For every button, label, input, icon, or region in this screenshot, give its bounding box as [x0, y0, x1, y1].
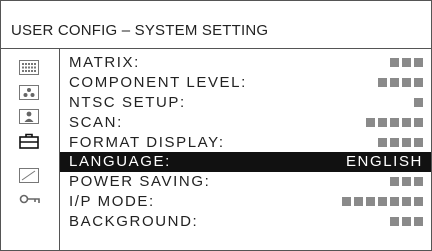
value-block — [414, 177, 423, 186]
value-block — [390, 138, 399, 147]
value-block — [414, 78, 423, 87]
value-block — [354, 197, 363, 206]
value-block — [414, 197, 423, 206]
menu-item-label: COMPONENT LEVEL: — [69, 74, 247, 91]
menu-item-label: SCAN: — [69, 114, 123, 131]
menu-item-scan[interactable]: SCAN: — [60, 113, 431, 133]
menu-item-label: FORMAT DISPLAY: — [69, 134, 225, 151]
menu-item-label: POWER SAVING: — [69, 173, 211, 190]
value-block — [402, 197, 411, 206]
masked-value — [390, 177, 423, 186]
key-icon[interactable] — [19, 193, 40, 208]
menu-item-language[interactable]: LANGUAGE: ENGLISH — [60, 152, 431, 172]
value-block — [342, 197, 351, 206]
value-block — [390, 197, 399, 206]
value-block — [390, 177, 399, 186]
value-block — [402, 118, 411, 127]
title-divider — [1, 48, 431, 49]
color-dots-icon[interactable] — [19, 85, 39, 100]
menu-item-label: LANGUAGE: — [69, 153, 171, 170]
masked-value — [390, 58, 423, 67]
value-block — [402, 58, 411, 67]
masked-value — [414, 98, 423, 107]
value-block — [366, 118, 375, 127]
masked-value — [342, 197, 423, 206]
menu-item-i-p-mode[interactable]: I/P MODE: — [60, 192, 431, 212]
value-block — [378, 118, 387, 127]
value-block — [390, 217, 399, 226]
person-icon[interactable] — [19, 109, 39, 124]
value-block — [390, 118, 399, 127]
masked-value — [378, 78, 423, 87]
menu-item-component-level[interactable]: COMPONENT LEVEL: — [60, 73, 431, 93]
menu-item-background[interactable]: BACKGROUND: — [60, 212, 431, 232]
value-block — [414, 98, 423, 107]
config-window: USER CONFIG – SYSTEM SETTING MATRIX: COM… — [0, 0, 432, 251]
value-block — [414, 217, 423, 226]
menu-item-value: ENGLISH — [345, 153, 423, 170]
menu-item-ntsc-setup[interactable]: NTSC SETUP: — [60, 93, 431, 113]
value-block — [378, 197, 387, 206]
value-block — [402, 217, 411, 226]
masked-value — [366, 118, 423, 127]
adjust-slope-icon[interactable] — [19, 168, 39, 183]
value-block — [366, 197, 375, 206]
value-block — [402, 78, 411, 87]
menu-item-matrix[interactable]: MATRIX: — [60, 53, 431, 73]
menu-item-label: NTSC SETUP: — [69, 94, 186, 111]
menu-item-label: I/P MODE: — [69, 193, 155, 210]
value-block — [402, 138, 411, 147]
masked-value — [390, 217, 423, 226]
value-block — [414, 118, 423, 127]
toolbox-icon[interactable] — [19, 133, 39, 149]
window-title: USER CONFIG – SYSTEM SETTING — [11, 22, 269, 39]
value-block — [402, 177, 411, 186]
value-block — [414, 58, 423, 67]
value-block — [378, 138, 387, 147]
dot-grid-icon[interactable] — [19, 60, 39, 75]
value-block — [390, 78, 399, 87]
masked-value — [378, 138, 423, 147]
menu-item-label: BACKGROUND: — [69, 213, 199, 230]
menu-item-label: MATRIX: — [69, 54, 140, 71]
value-block — [414, 138, 423, 147]
value-block — [390, 58, 399, 67]
value-block — [378, 78, 387, 87]
menu-item-power-saving[interactable]: POWER SAVING: — [60, 172, 431, 192]
menu-item-format-display[interactable]: FORMAT DISPLAY: — [60, 133, 431, 153]
